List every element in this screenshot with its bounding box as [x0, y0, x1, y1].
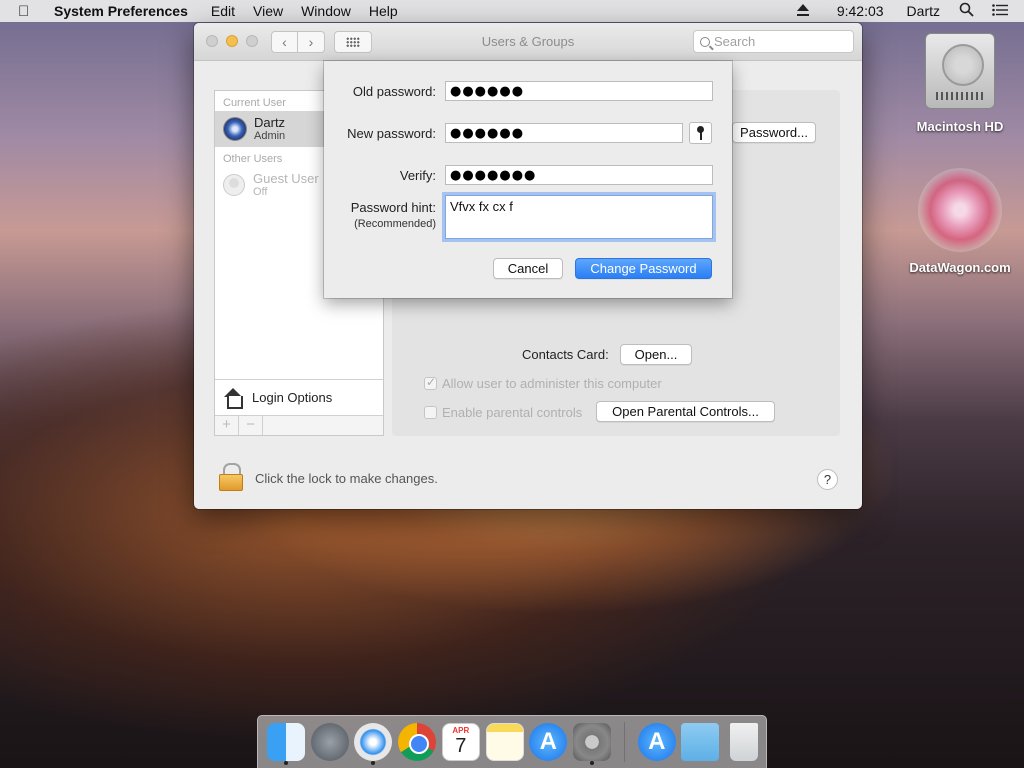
parental-controls-row: Enable parental controls [424, 405, 582, 420]
eject-icon[interactable] [783, 4, 823, 16]
dock-finder[interactable] [264, 718, 308, 766]
desktop-datawagon[interactable]: DataWagon.com [900, 168, 1020, 275]
contacts-card-label: Contacts Card: [522, 347, 609, 362]
menu-clock[interactable]: 9:42:03 [823, 3, 898, 19]
title-bar: ‹ › Users & Groups [194, 23, 862, 61]
key-icon [697, 126, 704, 140]
running-indicator [284, 761, 288, 765]
search-icon [700, 36, 710, 47]
lock-icon[interactable] [219, 463, 243, 491]
change-password-confirm-button[interactable]: Change Password [575, 258, 712, 279]
menu-bar:  System Preferences Edit View Window He… [0, 0, 1024, 22]
menu-view[interactable]: View [244, 3, 292, 19]
open-contacts-button[interactable]: Open... [620, 344, 692, 365]
launchpad-icon [310, 723, 349, 761]
open-parental-controls-button[interactable]: Open Parental Controls... [596, 401, 775, 422]
downloads-folder-icon [681, 723, 720, 761]
hard-drive-icon [925, 33, 995, 109]
new-password-label: New password: [347, 126, 436, 141]
desktop-icon-label: Macintosh HD [916, 119, 1004, 134]
dock-chrome[interactable] [395, 718, 439, 766]
user-role: Off [253, 185, 268, 198]
dock-calendar[interactable]: APR 7 [439, 718, 483, 766]
menu-edit[interactable]: Edit [202, 3, 244, 19]
parental-controls-checkbox[interactable] [424, 406, 437, 419]
desktop-icon-label: DataWagon.com [909, 260, 1011, 275]
search-input[interactable] [714, 34, 844, 49]
menu-app-name[interactable]: System Preferences [40, 3, 202, 19]
finder-icon [266, 723, 305, 761]
avatar [223, 117, 247, 141]
house-icon [223, 387, 243, 409]
chrome-icon [398, 723, 437, 761]
old-password-field[interactable] [445, 81, 713, 101]
apple-menu-icon[interactable]:  [18, 3, 40, 20]
dock-trash[interactable] [722, 718, 766, 766]
cancel-button[interactable]: Cancel [493, 258, 563, 279]
datawagon-logo-icon [918, 168, 1002, 252]
menu-user[interactable]: Dartz [898, 3, 949, 19]
dock-separator [623, 722, 625, 762]
password-hint-field[interactable]: Vfvx fx cx f [445, 195, 713, 239]
dock-app-store-downloads[interactable]: A [635, 718, 679, 766]
user-name: Dartz [254, 114, 286, 130]
login-options-label: Login Options [252, 390, 333, 405]
trash-icon [730, 723, 759, 761]
guest-avatar-icon [223, 174, 245, 196]
parental-controls-label: Enable parental controls [442, 405, 583, 420]
search-box[interactable] [693, 30, 854, 53]
new-password-field[interactable] [445, 123, 683, 143]
add-remove-bar: + − [215, 415, 383, 435]
dock-system-preferences[interactable] [570, 718, 614, 766]
dock: APR 7 A A [257, 715, 767, 768]
calendar-day: 7 [455, 735, 467, 757]
verify-field[interactable] [445, 165, 713, 185]
lock-message: Click the lock to make changes. [255, 471, 438, 486]
app-store-icon: A [637, 723, 676, 761]
allow-admin-label: Allow user to administer this computer [442, 376, 662, 391]
dock-downloads[interactable] [679, 718, 723, 766]
user-role: Admin [254, 129, 286, 142]
old-password-label: Old password: [352, 84, 436, 99]
dock-safari[interactable] [351, 718, 395, 766]
dock-notes[interactable] [483, 718, 527, 766]
notification-center-icon[interactable] [984, 3, 1024, 19]
menu-window[interactable]: Window [292, 3, 360, 19]
password-hint-label-group: Password hint: (Recommended) [351, 200, 436, 232]
add-user-button[interactable]: + [215, 416, 239, 435]
calendar-icon: APR 7 [441, 723, 480, 761]
dock-launchpad[interactable] [308, 718, 352, 766]
password-assistant-button[interactable] [689, 122, 712, 144]
help-button[interactable]: ? [817, 469, 838, 490]
system-preferences-icon [573, 723, 611, 761]
remove-user-button[interactable]: − [239, 416, 263, 435]
change-password-sheet: Old password: New password: Verify: Pass… [324, 61, 732, 298]
user-name: Guest User [253, 170, 319, 186]
change-password-button[interactable]: Password... [732, 122, 816, 143]
calendar-month: APR [452, 726, 470, 735]
verify-label: Verify: [399, 168, 436, 183]
app-store-icon: A [529, 723, 568, 761]
password-hint-sublabel: (Recommended) [354, 218, 436, 230]
desktop-macintosh-hd[interactable]: Macintosh HD [905, 33, 1015, 134]
spotlight-icon[interactable] [949, 2, 984, 20]
running-indicator [590, 761, 595, 765]
running-indicator [371, 761, 376, 765]
notes-icon [485, 723, 524, 761]
allow-admin-checkbox[interactable] [424, 375, 437, 390]
dock-app-store[interactable]: A [526, 718, 570, 766]
menu-help[interactable]: Help [360, 3, 407, 19]
login-options-item[interactable]: Login Options [215, 379, 383, 415]
safari-icon [354, 723, 393, 761]
password-hint-label: Password hint: [350, 200, 436, 215]
allow-admin-row: Allow user to administer this computer [424, 375, 662, 391]
